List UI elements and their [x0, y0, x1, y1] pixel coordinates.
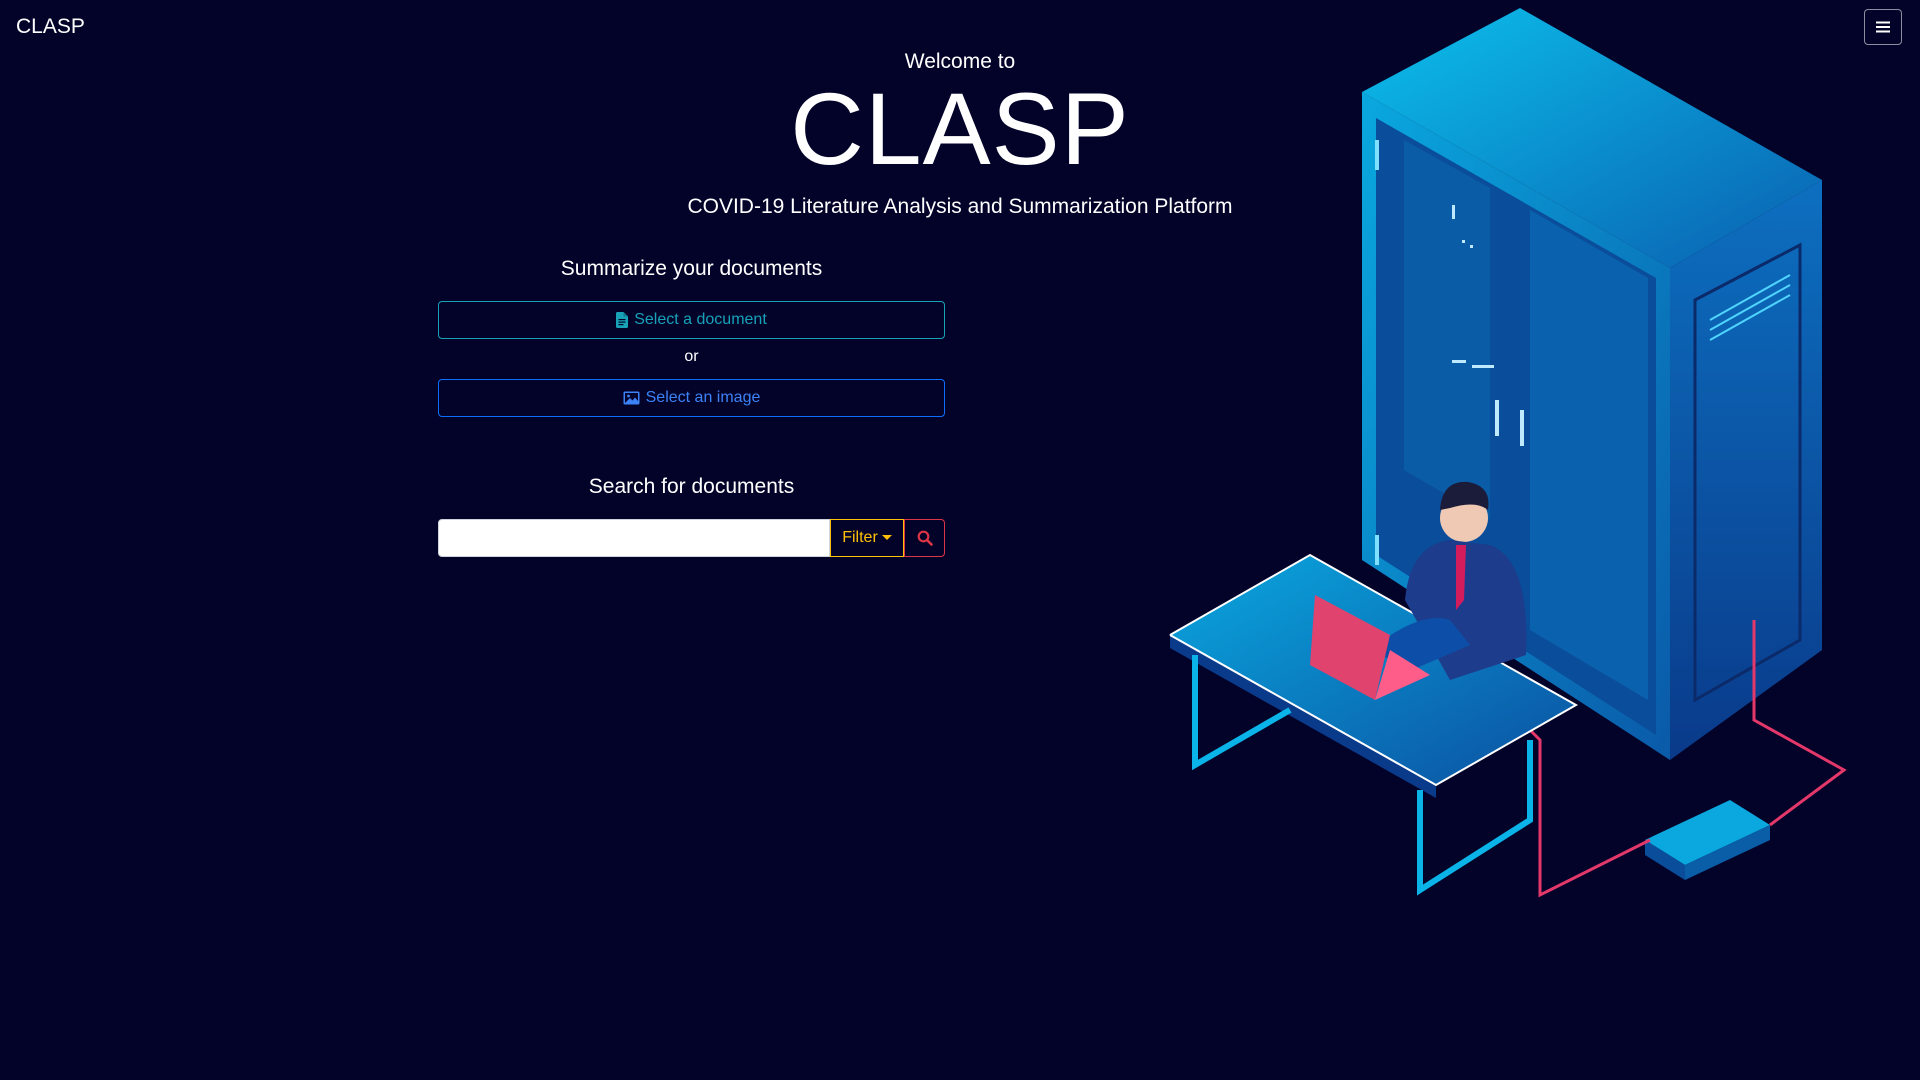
- filter-dropdown-button[interactable]: Filter: [830, 519, 904, 557]
- filter-label: Filter: [842, 529, 878, 546]
- search-input[interactable]: [438, 519, 830, 557]
- select-image-button[interactable]: Select an image: [438, 379, 945, 417]
- search-bar: Filter: [438, 519, 945, 557]
- summarize-heading: Summarize your documents: [560, 257, 823, 280]
- server-room-illustration: [1169, 8, 1847, 898]
- caret-down-icon: [881, 535, 892, 540]
- select-document-button[interactable]: Select a document: [438, 301, 945, 339]
- or-separator: or: [684, 348, 699, 365]
- file-icon: [616, 312, 629, 328]
- select-document-label: Select a document: [634, 311, 767, 328]
- image-icon: [623, 391, 640, 405]
- search-icon: [917, 530, 933, 546]
- select-image-label: Select an image: [645, 389, 761, 406]
- navbar-brand[interactable]: CLASP: [16, 15, 85, 39]
- hamburger-menu-icon: [1876, 21, 1890, 33]
- search-heading: Search for documents: [588, 475, 795, 498]
- search-button[interactable]: [904, 519, 945, 557]
